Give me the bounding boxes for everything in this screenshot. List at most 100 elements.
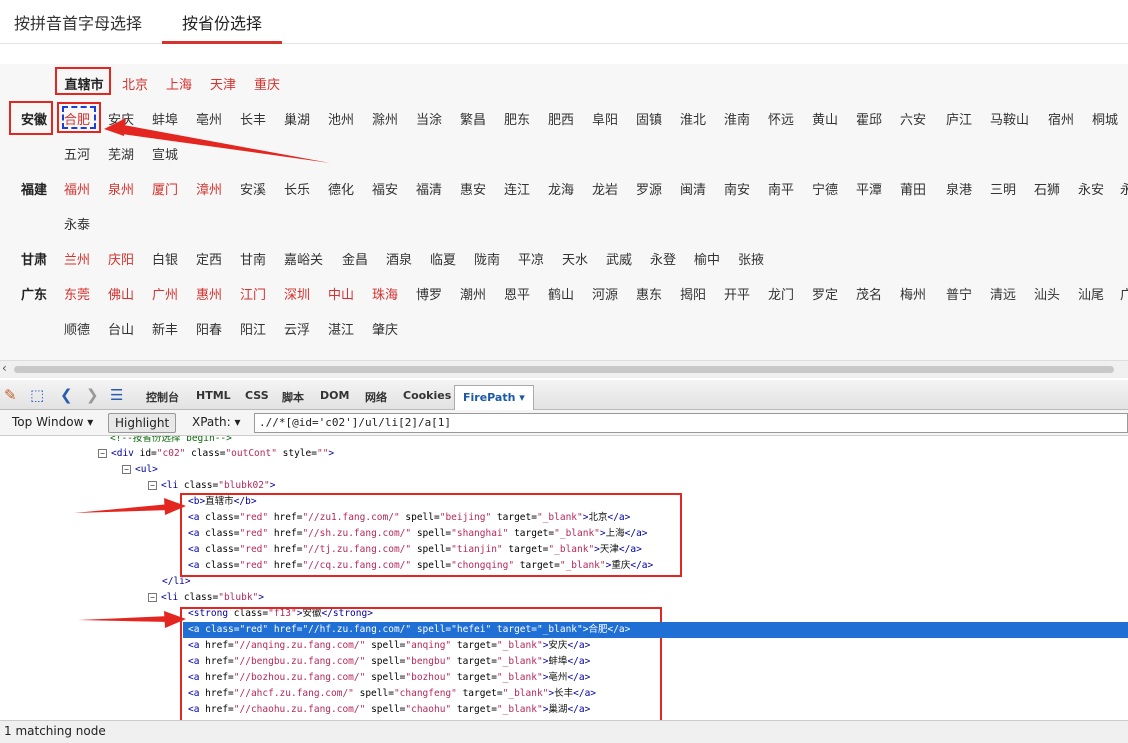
collapse-icon[interactable]: − [98,449,107,458]
city-link[interactable]: 深圳 [284,284,310,303]
city-link[interactable]: 宿州 [1048,109,1074,128]
collapse-icon[interactable]: − [148,593,157,602]
city-link[interactable]: 揭阳 [680,284,706,303]
city-link[interactable]: 罗源 [636,179,662,198]
city-link[interactable]: 庐江 [946,109,972,128]
city-link[interactable]: 南平 [768,179,794,198]
city-link[interactable]: 阳江 [240,319,266,338]
city-link[interactable]: 罗定 [812,284,838,303]
city-link[interactable]: 五河 [64,144,90,163]
city-link[interactable]: 河源 [592,284,618,303]
city-link[interactable]: 永安 [1078,179,1104,198]
collapse-icon[interactable]: − [148,481,157,490]
city-link[interactable]: 亳州 [196,109,222,128]
city-link[interactable]: 北京 [122,74,148,93]
city-link[interactable]: 惠州 [196,284,222,303]
city-link[interactable]: 莆田 [900,179,926,198]
city-link[interactable]: 普宁 [946,284,972,303]
tab-html[interactable]: HTML [196,389,231,402]
command-line-icon[interactable]: ☰ [110,386,123,404]
city-link[interactable]: 永 [1120,179,1128,198]
city-link[interactable]: 龙岩 [592,179,618,198]
city-link[interactable]: 滁州 [372,109,398,128]
code-line-anchor[interactable]: <a class="red" href="//cq.zu.fang.com/" … [188,558,653,574]
city-link[interactable]: 肇庆 [372,319,398,338]
city-link[interactable]: 长乐 [284,179,310,198]
code-line-anchor[interactable]: <a class="red" href="//sh.zu.fang.com/" … [188,526,648,542]
city-link[interactable]: 闽清 [680,179,706,198]
tab-province[interactable]: 按省份选择 [182,10,262,34]
firebug-icon[interactable]: ✎ [4,386,17,404]
city-link[interactable]: 酒泉 [386,249,412,268]
city-link[interactable]: 平潭 [856,179,882,198]
code-line-anchor[interactable]: <a class="red" href="//zu1.fang.com/" sp… [188,510,630,526]
code-line-anchor[interactable]: <a class="red" href="//tj.zu.fang.com/" … [188,542,642,558]
city-link[interactable]: 繁昌 [460,109,486,128]
city-link[interactable]: 连江 [504,179,530,198]
city-link[interactable]: 当涂 [416,109,442,128]
city-link[interactable]: 惠东 [636,284,662,303]
city-link[interactable]: 肥东 [504,109,530,128]
city-link[interactable]: 临夏 [430,249,456,268]
xpath-dropdown[interactable]: XPath: ▾ [186,413,246,433]
city-link[interactable]: 惠安 [460,179,486,198]
city-link[interactable]: 永登 [650,249,676,268]
city-link[interactable]: 固镇 [636,109,662,128]
city-link[interactable]: 阜阳 [592,109,618,128]
city-link[interactable]: 福州 [64,179,90,198]
city-link[interactable]: 马鞍山 [990,109,1029,128]
city-link[interactable]: 安溪 [240,179,266,198]
tab-console[interactable]: 控制台 [146,389,179,405]
city-link[interactable]: 怀远 [768,109,794,128]
city-link[interactable]: 甘南 [240,249,266,268]
tab-dom[interactable]: DOM [320,389,349,402]
scroll-left-icon[interactable]: ‹ [2,361,7,375]
city-link[interactable]: 池州 [328,109,354,128]
city-link[interactable]: 龙海 [548,179,574,198]
code-line-anchor[interactable]: <a href="//chaohu.zu.fang.com/" spell="c… [188,702,590,718]
city-link[interactable]: 宁德 [812,179,838,198]
city-link[interactable]: 重庆 [254,74,280,93]
city-link[interactable]: 金昌 [342,249,368,268]
city-link[interactable]: 新丰 [152,319,178,338]
city-link[interactable]: 白银 [152,249,178,268]
scrollbar-thumb[interactable] [14,366,1114,373]
city-link[interactable]: 泉州 [108,179,134,198]
code-line-div[interactable]: − <div id="c02" class="outCont" style=""> [98,446,334,462]
city-link[interactable]: 恩平 [504,284,530,303]
city-link[interactable]: 石狮 [1034,179,1060,198]
city-link[interactable]: 阳春 [196,319,222,338]
city-link[interactable]: 鹤山 [548,284,574,303]
code-line-anchor[interactable]: <a class="red" href="//hf.zu.fang.com/" … [183,622,1128,638]
tab-cookies[interactable]: Cookies [403,389,451,402]
city-link[interactable]: 淮南 [724,109,750,128]
city-link[interactable]: 福安 [372,179,398,198]
city-link[interactable]: 芜湖 [108,144,134,163]
horizontal-scrollbar[interactable]: ‹ [0,360,1128,378]
city-link[interactable]: 宣城 [152,144,178,163]
city-link[interactable]: 博罗 [416,284,442,303]
city-link[interactable]: 庆阳 [108,249,134,268]
city-link[interactable]: 珠海 [372,284,398,303]
city-link[interactable]: 武威 [606,249,632,268]
code-line-anchor[interactable]: <a href="//bozhou.zu.fang.com/" spell="b… [188,670,590,686]
code-line-anchor[interactable]: <a href="//bengbu.zu.fang.com/" spell="b… [188,654,590,670]
code-line-anchor[interactable]: <a href="//anqing.zu.fang.com/" spell="a… [188,638,590,654]
city-link[interactable]: 泉港 [946,179,972,198]
city-link[interactable]: 厦门 [152,179,178,198]
tab-firepath[interactable]: FirePath ▾ [454,385,534,411]
city-link[interactable]: 张掖 [738,249,764,268]
city-link[interactable]: 中山 [328,284,354,303]
city-link[interactable]: 漳州 [196,179,222,198]
city-link[interactable]: 兰州 [64,249,90,268]
tab-network[interactable]: 网络 [365,389,387,405]
city-link[interactable]: 蚌埠 [152,109,178,128]
code-line-li2[interactable]: − <li class="blubk"> [148,590,264,606]
city-link[interactable]: 茂名 [856,284,882,303]
xpath-input[interactable]: .//*[@id='c02']/ul/li[2]/a[1] [254,413,1128,433]
city-link[interactable]: 福清 [416,179,442,198]
city-link[interactable]: 汕头 [1034,284,1060,303]
city-link[interactable]: 天水 [562,249,588,268]
city-link[interactable]: 天津 [210,74,236,93]
city-link[interactable]: 肥西 [548,109,574,128]
